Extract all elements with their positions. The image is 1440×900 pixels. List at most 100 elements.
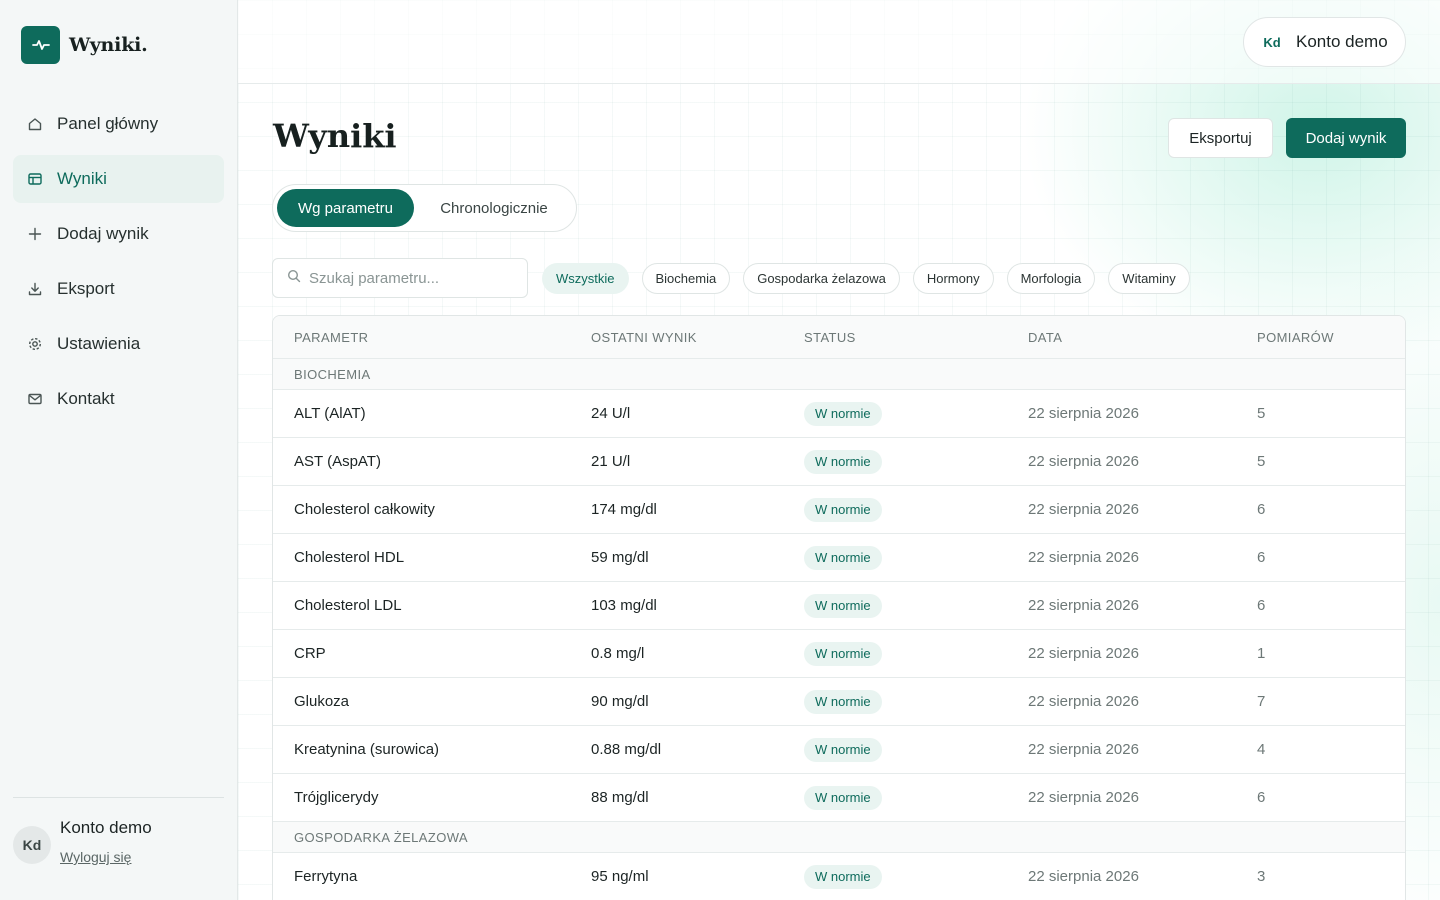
home-icon bbox=[27, 116, 43, 132]
sidebar-item-label: Panel główny bbox=[57, 114, 159, 133]
last-result: 95 ng/ml bbox=[591, 868, 649, 885]
tab-chronological[interactable]: Chronologicznie bbox=[414, 189, 574, 227]
sidebar-item-label: Kontakt bbox=[57, 389, 115, 408]
table-row[interactable]: Cholesterol HDL 59 mg/dl W normie 22 sierpn… bbox=[273, 534, 1405, 582]
last-result: 174 mg/dl bbox=[591, 501, 657, 518]
sidebar-item-label: Eksport bbox=[57, 279, 115, 298]
search-icon bbox=[287, 269, 301, 288]
sidebar-user: Kd Konto demo Wyloguj się bbox=[13, 816, 152, 867]
search-input[interactable] bbox=[309, 269, 519, 287]
parameter-name: ALT (AlAT) bbox=[294, 405, 366, 422]
tab-by-parameter[interactable]: Wg parametru bbox=[277, 189, 414, 227]
main-content: Kd Konto demo Wyniki Eksportuj Dodaj wyn… bbox=[238, 0, 1440, 900]
brand[interactable]: Wyniki. bbox=[21, 26, 148, 64]
column-header-count[interactable]: POMIARÓW bbox=[1257, 330, 1334, 345]
result-date: 22 sierpnia 2026 bbox=[1028, 789, 1139, 806]
status-badge: W normie bbox=[804, 864, 882, 889]
measurement-count: 6 bbox=[1257, 597, 1266, 614]
filter-chip-hormony[interactable]: Hormony bbox=[912, 262, 994, 294]
search-box bbox=[272, 258, 528, 298]
last-result: 59 mg/dl bbox=[591, 549, 649, 566]
group-label: BIOCHEMIA bbox=[294, 366, 371, 382]
avatar: Kd bbox=[13, 826, 51, 864]
group-label: GOSPODARKA ŻELAZOWA bbox=[294, 829, 468, 845]
result-date: 22 sierpnia 2026 bbox=[1028, 645, 1139, 662]
status-badge: W normie bbox=[804, 689, 882, 714]
page-title: Wyniki bbox=[273, 117, 397, 155]
filter-chip-gospodarka-zelazowa[interactable]: Gospodarka żelazowa bbox=[743, 262, 900, 294]
sidebar-item-label: Wyniki bbox=[57, 169, 107, 188]
table-group-header: BIOCHEMIA bbox=[273, 359, 1405, 390]
logout-link[interactable]: Wyloguj się bbox=[60, 849, 131, 865]
status-badge: W normie bbox=[804, 785, 882, 810]
table-row[interactable]: ALT (AlAT) 24 U/l W normie 22 sierpnia 2026… bbox=[273, 390, 1405, 438]
parameter-name: Cholesterol HDL bbox=[294, 549, 405, 566]
avatar: Kd bbox=[1263, 34, 1281, 50]
result-date: 22 sierpnia 2026 bbox=[1028, 693, 1139, 710]
download-icon bbox=[27, 281, 43, 297]
last-result: 103 mg/dl bbox=[591, 597, 657, 614]
mail-icon bbox=[27, 391, 43, 407]
status-badge: W normie bbox=[804, 545, 882, 570]
measurement-count: 5 bbox=[1257, 405, 1266, 422]
sidebar-item-wyniki[interactable]: Wyniki bbox=[13, 155, 224, 203]
parameter-name: Glukoza bbox=[294, 693, 350, 710]
measurement-count: 4 bbox=[1257, 741, 1266, 758]
measurement-count: 3 bbox=[1257, 868, 1266, 885]
table-row[interactable]: Trójglicerydy 88 mg/dl W normie 22 sierpnia… bbox=[273, 774, 1405, 822]
view-toggle: Wg parametru Chronologicznie bbox=[272, 184, 577, 232]
result-date: 22 sierpnia 2026 bbox=[1028, 741, 1139, 758]
table-row[interactable]: Cholesterol LDL 103 mg/dl W normie 22 sierp… bbox=[273, 582, 1405, 630]
add-result-button[interactable]: Dodaj wynik bbox=[1286, 118, 1406, 158]
sidebar-item-kontakt[interactable]: Kontakt bbox=[13, 375, 224, 423]
table-header: PARAMETR OSTATNI WYNIK STATUS DATA POMIA… bbox=[273, 316, 1405, 359]
table-body: BIOCHEMIA ALT (AlAT) 24 U/l W normie 22 sier… bbox=[273, 359, 1405, 900]
table-row[interactable]: Glukoza 90 mg/dl W normie 22 sierpnia 2026 7 bbox=[273, 678, 1405, 726]
parameter-name: Cholesterol całkowity bbox=[294, 501, 435, 518]
table-row[interactable]: Kreatynina (surowica) 0.88 mg/dl W normie 2… bbox=[273, 726, 1405, 774]
column-header-date[interactable]: DATA bbox=[1028, 330, 1062, 345]
account-name: Konto demo bbox=[1296, 32, 1388, 51]
sidebar-item-dodaj-wynik[interactable]: Dodaj wynik bbox=[13, 210, 224, 258]
parameter-name: Ferrytyna bbox=[294, 868, 358, 885]
table-row[interactable]: CRP 0.8 mg/l W normie 22 sierpnia 2026 1 bbox=[273, 630, 1405, 678]
result-date: 22 sierpnia 2026 bbox=[1028, 453, 1139, 470]
sidebar-divider bbox=[13, 797, 224, 798]
column-header-last-result[interactable]: OSTATNI WYNIK bbox=[591, 330, 697, 345]
category-filters: Wszystkie Biochemia Gospodarka żelazowa … bbox=[542, 262, 1203, 294]
sidebar-item-panel[interactable]: Panel główny bbox=[13, 100, 224, 148]
measurement-count: 1 bbox=[1257, 645, 1266, 662]
table-row[interactable]: Ferrytyna 95 ng/ml W normie 22 sierpnia 202… bbox=[273, 853, 1405, 900]
status-badge-label: W normie bbox=[804, 497, 882, 522]
account-menu-button[interactable]: Kd Konto demo bbox=[1243, 17, 1406, 67]
table-row[interactable]: Cholesterol całkowity 174 mg/dl W normie 22… bbox=[273, 486, 1405, 534]
filter-chip-all[interactable]: Wszystkie bbox=[542, 262, 629, 294]
filter-chip-witaminy[interactable]: Witaminy bbox=[1108, 262, 1190, 294]
table-row[interactable]: AST (AspAT) 21 U/l W normie 22 sierpnia 202… bbox=[273, 438, 1405, 486]
last-result: 88 mg/dl bbox=[591, 789, 649, 806]
filter-chip-biochemia[interactable]: Biochemia bbox=[641, 262, 731, 294]
sidebar-item-eksport[interactable]: Eksport bbox=[13, 265, 224, 313]
user-name: Konto demo bbox=[60, 818, 152, 837]
export-button[interactable]: Eksportuj bbox=[1168, 118, 1273, 158]
measurement-count: 7 bbox=[1257, 693, 1266, 710]
column-header-parameter[interactable]: PARAMETR bbox=[294, 330, 368, 345]
result-date: 22 sierpnia 2026 bbox=[1028, 868, 1139, 885]
pulse-icon bbox=[21, 26, 60, 64]
status-badge: W normie bbox=[804, 593, 882, 618]
status-badge-label: W normie bbox=[804, 641, 882, 666]
status-badge-label: W normie bbox=[804, 864, 882, 889]
status-badge: W normie bbox=[804, 737, 882, 762]
status-badge-label: W normie bbox=[804, 401, 882, 426]
table-icon bbox=[27, 171, 43, 187]
status-badge-label: W normie bbox=[804, 689, 882, 714]
status-badge: W normie bbox=[804, 449, 882, 474]
filter-chip-morfologia[interactable]: Morfologia bbox=[1006, 262, 1096, 294]
column-header-status[interactable]: STATUS bbox=[804, 330, 856, 345]
measurement-count: 6 bbox=[1257, 549, 1266, 566]
sidebar-item-ustawienia[interactable]: Ustawienia bbox=[13, 320, 224, 368]
parameter-name: AST (AspAT) bbox=[294, 453, 381, 470]
last-result: 0.8 mg/l bbox=[591, 645, 645, 662]
topbar: Kd Konto demo bbox=[238, 0, 1440, 84]
last-result: 0.88 mg/dl bbox=[591, 741, 662, 758]
